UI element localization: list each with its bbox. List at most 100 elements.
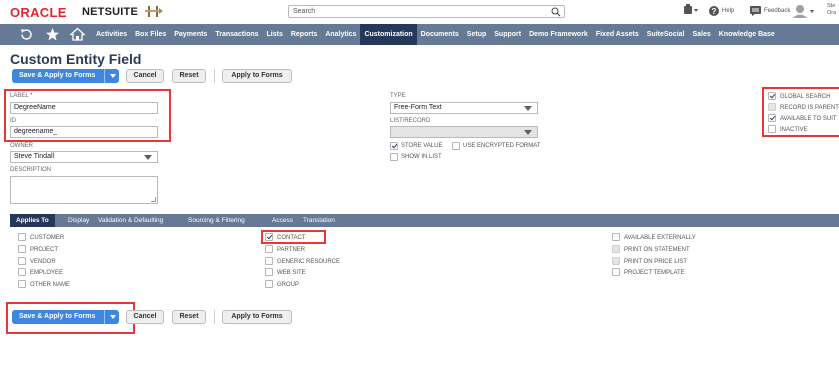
nav-menu: Activities Box Files Payments Transactio… xyxy=(92,24,779,45)
generic-resource-label: GENERIC RESOURCE xyxy=(277,259,341,265)
user-name[interactable]: Ste xyxy=(827,3,835,9)
print-on-price-list-label: PRINT ON PRICE LIST xyxy=(624,259,687,265)
list-record-field-label: LIST/RECORD xyxy=(390,118,431,124)
help-link[interactable]: Help xyxy=(722,8,734,14)
resize-grip-icon[interactable] xyxy=(151,197,156,202)
global-header: ORACLE NETSUITE Search ? Help Feedback S… xyxy=(0,0,839,24)
feedback-link[interactable]: Feedback xyxy=(764,8,790,14)
owner-value: Steve Tindall xyxy=(14,153,55,160)
nav-support[interactable]: Support xyxy=(490,24,525,45)
type-field-label: TYPE xyxy=(390,93,406,99)
group-checkbox[interactable] xyxy=(265,280,273,288)
main-nav-bar: Activities Box Files Payments Transactio… xyxy=(0,24,839,45)
nav-sales[interactable]: Sales xyxy=(689,24,715,45)
apply-to-forms-button-bottom[interactable]: Apply to Forms xyxy=(222,310,292,324)
description-textarea[interactable] xyxy=(10,176,158,204)
nav-suitesocial[interactable]: SuiteSocial xyxy=(643,24,689,45)
save-apply-label: Save & Apply to Forms xyxy=(19,72,96,79)
nav-analytics[interactable]: Analytics xyxy=(321,24,360,45)
page-title: Custom Entity Field xyxy=(10,51,142,67)
tab-translation[interactable]: Translation xyxy=(303,214,335,227)
print-on-statement-checkbox xyxy=(612,245,620,253)
tab-access[interactable]: Access xyxy=(272,214,293,227)
owner-select[interactable]: Steve Tindall xyxy=(10,151,158,163)
partner-label: PARTNER xyxy=(277,247,306,253)
help-icon[interactable]: ? xyxy=(709,6,719,16)
customer-label: CUSTOMER xyxy=(30,235,65,241)
netsuite-logo: NETSUITE xyxy=(82,6,138,18)
project-checkbox[interactable] xyxy=(18,245,26,253)
recent-history-icon[interactable] xyxy=(19,27,34,42)
store-value-checkbox[interactable] xyxy=(390,142,398,150)
tab-sourcing-filtering[interactable]: Sourcing & Filtering xyxy=(188,214,245,227)
type-dropdown-icon xyxy=(524,106,532,111)
project-label: PROJECT xyxy=(30,247,59,253)
vendor-checkbox[interactable] xyxy=(18,257,26,265)
nav-demo-framework[interactable]: Demo Framework xyxy=(525,24,592,45)
nav-payments[interactable]: Payments xyxy=(170,24,211,45)
customer-checkbox[interactable] xyxy=(18,233,26,241)
favorites-star-icon[interactable] xyxy=(45,27,60,42)
tab-validation-defaulting[interactable]: Validation & Defaulting xyxy=(98,214,163,227)
employee-checkbox[interactable] xyxy=(18,268,26,276)
save-apply-highlight xyxy=(6,302,135,334)
user-avatar-icon[interactable] xyxy=(793,4,815,18)
nav-reports[interactable]: Reports xyxy=(287,24,321,45)
toolbar-divider-bottom xyxy=(214,310,215,324)
other-name-label: OTHER NAME xyxy=(30,282,71,288)
use-encrypted-checkbox[interactable] xyxy=(452,142,460,150)
toolbar-divider xyxy=(214,69,215,83)
nav-lists[interactable]: Lists xyxy=(263,24,287,45)
type-select[interactable]: Free-Form Text xyxy=(390,102,538,114)
reset-button-bottom[interactable]: Reset xyxy=(172,310,206,324)
owner-dropdown-icon xyxy=(144,155,152,160)
nav-transactions[interactable]: Transactions xyxy=(211,24,262,45)
description-field-label: DESCRIPTION xyxy=(10,167,52,173)
nav-documents[interactable]: Documents xyxy=(417,24,463,45)
project-template-checkbox[interactable] xyxy=(612,268,620,276)
search-placeholder: Search xyxy=(293,8,316,15)
reset-button-top[interactable]: Reset xyxy=(172,69,206,83)
nav-fixed-assets[interactable]: Fixed Assets xyxy=(592,24,643,45)
nav-box-files[interactable]: Box Files xyxy=(131,24,170,45)
store-value-label: STORE VALUE xyxy=(401,143,443,149)
apply-to-forms-button-top[interactable]: Apply to Forms xyxy=(222,69,292,83)
other-name-checkbox[interactable] xyxy=(18,280,26,288)
nav-activities[interactable]: Activities xyxy=(92,24,131,45)
user-org[interactable]: Ora xyxy=(827,10,836,16)
project-template-label: PROJECT TEMPLATE xyxy=(624,270,685,276)
svg-text:?: ? xyxy=(712,7,717,16)
print-on-statement-label: PRINT ON STATEMENT xyxy=(624,247,690,253)
owner-field-label: OWNER xyxy=(10,143,33,149)
nav-knowledge-base[interactable]: Knowledge Base xyxy=(715,24,779,45)
oracle-logo: ORACLE xyxy=(10,5,67,20)
contact-highlight xyxy=(261,230,326,244)
save-apply-button-top[interactable]: Save & Apply to Forms xyxy=(12,69,119,83)
available-externally-checkbox[interactable] xyxy=(612,233,620,241)
cancel-button-bottom[interactable]: Cancel xyxy=(126,310,164,324)
partner-checkbox[interactable] xyxy=(265,245,273,253)
use-encrypted-label: USE ENCRYPTED FORMAT xyxy=(463,143,541,149)
vendor-label: VENDOR xyxy=(30,259,56,265)
available-externally-label: AVAILABLE EXTERNALLY xyxy=(624,235,696,241)
generic-resource-checkbox[interactable] xyxy=(265,257,273,265)
tab-display[interactable]: Display xyxy=(68,214,89,227)
show-in-list-checkbox[interactable] xyxy=(390,153,398,161)
label-id-highlight xyxy=(4,89,171,142)
feedback-icon[interactable] xyxy=(750,6,761,16)
recent-records-icon[interactable] xyxy=(683,4,699,16)
account-logo-icon[interactable] xyxy=(145,4,163,19)
print-on-price-list-checkbox xyxy=(612,257,620,265)
type-value: Free-Form Text xyxy=(394,104,442,111)
cancel-button-top[interactable]: Cancel xyxy=(126,69,164,83)
save-options-dropdown-icon[interactable] xyxy=(104,69,119,83)
nav-setup[interactable]: Setup xyxy=(463,24,490,45)
list-record-select xyxy=(390,126,538,138)
employee-label: EMPLOYEE xyxy=(30,270,64,276)
home-icon[interactable] xyxy=(70,27,85,42)
nav-customization[interactable]: Customization xyxy=(360,24,417,45)
search-icon[interactable] xyxy=(551,7,561,17)
global-search-input[interactable]: Search xyxy=(288,5,565,18)
tab-applies-to[interactable]: Applies To xyxy=(10,214,55,227)
web-site-checkbox[interactable] xyxy=(265,268,273,276)
